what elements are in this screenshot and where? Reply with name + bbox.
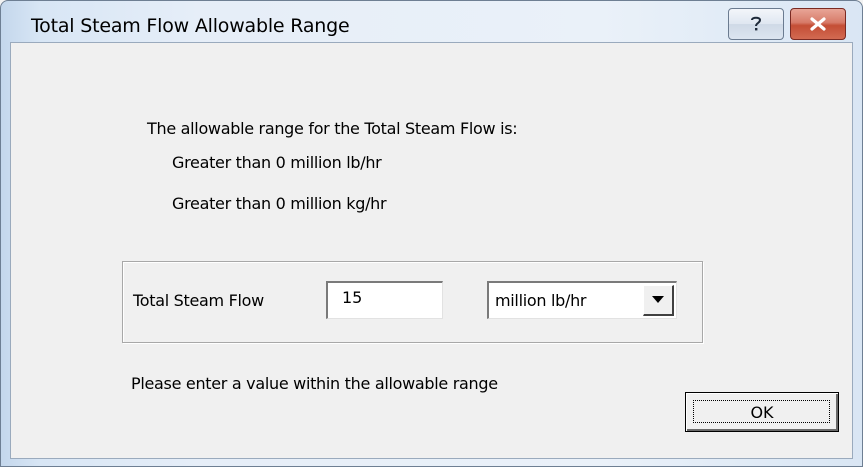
chevron-down-icon bbox=[652, 291, 664, 309]
range-heading: The allowable range for the Total Steam … bbox=[147, 119, 518, 138]
ok-button[interactable]: OK bbox=[685, 392, 839, 432]
total-steam-flow-label: Total Steam Flow bbox=[133, 291, 264, 310]
close-x-icon bbox=[809, 17, 827, 31]
window-title: Total Steam Flow Allowable Range bbox=[31, 15, 350, 37]
range-kg-text: Greater than 0 million kg/hr bbox=[172, 194, 387, 213]
unit-dropdown[interactable]: million lb/hr bbox=[487, 281, 677, 319]
unit-dropdown-arrow-button[interactable] bbox=[643, 285, 674, 316]
range-lb-text: Greater than 0 million lb/hr bbox=[172, 153, 382, 172]
close-button[interactable] bbox=[790, 8, 846, 40]
title-bar[interactable]: Total Steam Flow Allowable Range bbox=[1, 1, 862, 41]
dialog-body: The allowable range for the Total Steam … bbox=[10, 42, 853, 459]
help-button[interactable] bbox=[728, 8, 784, 40]
dialog-window: Total Steam Flow Allowable Range The all… bbox=[0, 0, 863, 467]
question-mark-icon bbox=[749, 15, 763, 33]
validation-message: Please enter a value within the allowabl… bbox=[131, 374, 498, 393]
unit-dropdown-value: million lb/hr bbox=[495, 291, 587, 310]
total-steam-flow-input[interactable]: 15 bbox=[326, 281, 443, 319]
ok-button-label: OK bbox=[750, 402, 774, 422]
